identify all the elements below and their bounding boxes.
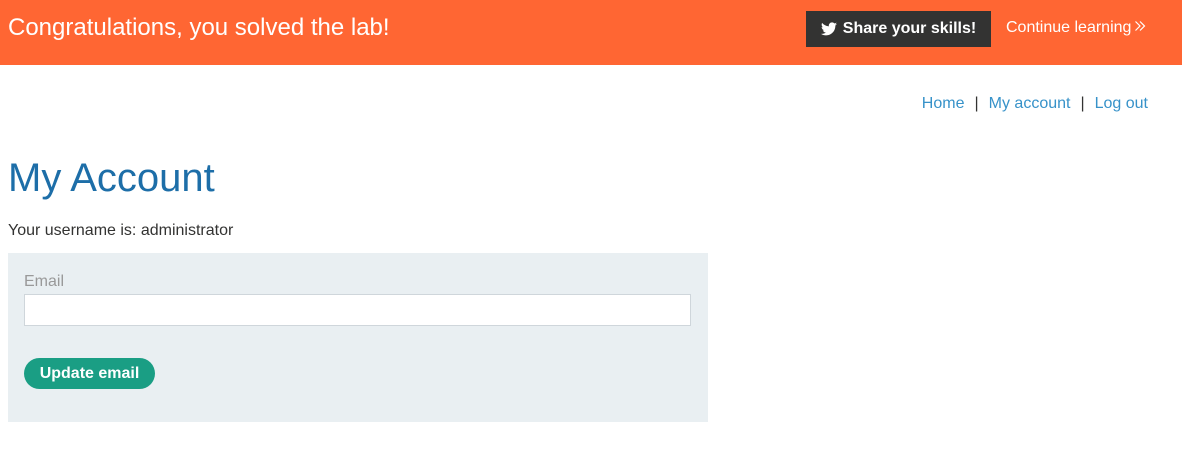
username-text: Your username is: administrator [8, 222, 234, 239]
change-email-form: Email Update email [8, 253, 708, 422]
nav-separator: | [974, 95, 979, 112]
continue-learning-label: Continue learning [1006, 19, 1132, 36]
lab-solved-banner: Congratulations, you solved the lab! Sha… [0, 0, 1182, 65]
continue-learning-link[interactable]: Continue learning [1006, 18, 1146, 38]
nav-log-out-link[interactable]: Log out [1095, 95, 1148, 112]
update-email-button[interactable]: Update email [24, 358, 155, 389]
page-title: My Account [8, 156, 215, 200]
double-chevron-right-icon [1134, 18, 1146, 38]
email-input[interactable] [24, 294, 691, 326]
banner-title: Congratulations, you solved the lab! [8, 14, 390, 41]
share-skills-label: Share your skills! [842, 20, 977, 37]
nav-my-account-link[interactable]: My account [989, 95, 1071, 112]
nav-home-link[interactable]: Home [922, 95, 965, 112]
nav-separator: | [1080, 95, 1085, 112]
twitter-icon [820, 22, 837, 36]
email-label: Email [24, 273, 65, 290]
top-nav: Home | My account | Log out [922, 94, 1148, 114]
share-skills-button[interactable]: Share your skills! [806, 11, 991, 47]
